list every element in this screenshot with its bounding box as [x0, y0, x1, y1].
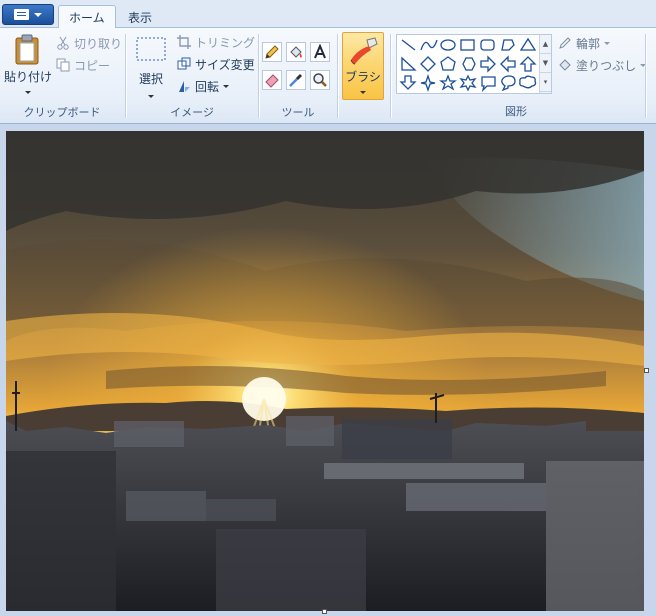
outline-label: 輪郭 — [576, 36, 601, 51]
resize-icon — [177, 57, 191, 70]
rounded-callout-shape-icon — [481, 76, 496, 93]
triangle-shape-icon — [519, 37, 537, 51]
curve-shape-icon — [420, 39, 438, 51]
document-icon — [14, 9, 29, 20]
magnifier-button[interactable] — [310, 70, 330, 90]
chevron-down-icon — [34, 12, 42, 17]
magnifier-icon — [313, 73, 327, 87]
scroll-up-icon[interactable]: ▲ — [540, 35, 551, 54]
group-divider — [390, 34, 391, 118]
rotate-icon — [179, 81, 190, 92]
arrow-down-shape-icon — [399, 75, 417, 90]
brushes-label: ブラシ — [345, 70, 381, 84]
fill-shape-label: 塗りつぶし — [576, 58, 637, 73]
cut-label: 切り取り — [74, 36, 123, 51]
six-point-star-shape-icon — [459, 74, 477, 92]
ribbon: 貼り付け 切り取り コピー クリップボード 選択 トリミング サイズ変更 回転 … — [0, 28, 656, 124]
chevron-down-icon — [604, 41, 611, 45]
eraser-button[interactable] — [262, 70, 282, 90]
oval-shape-icon — [440, 39, 456, 51]
resize-button[interactable]: サイズ変更 — [177, 55, 255, 73]
diamond-shape-icon — [420, 56, 436, 72]
tools-group: ツール — [259, 28, 337, 124]
shapes-gallery: ▲ ▼ ▾ — [396, 34, 552, 94]
pencil-icon — [265, 45, 279, 59]
paste-label: 貼り付け — [4, 70, 53, 84]
shapes-gallery-icons — [399, 37, 537, 93]
oval-callout-shape-icon — [501, 75, 516, 92]
app-menu-button[interactable] — [2, 4, 54, 25]
clipboard-group: 貼り付け 切り取り コピー クリップボード — [0, 28, 124, 124]
copy-icon — [56, 58, 70, 72]
crop-icon — [177, 35, 191, 49]
chevron-down-icon — [25, 91, 31, 94]
image-group-label: イメージ — [170, 106, 214, 119]
polygon-shape-icon — [501, 39, 515, 51]
chevron-down-icon — [360, 91, 366, 94]
rectangle-shape-icon — [460, 39, 475, 51]
group-divider — [125, 34, 126, 118]
four-point-star-shape-icon — [420, 73, 436, 93]
cut-button[interactable]: 切り取り — [56, 34, 122, 52]
select-label: 選択 — [138, 72, 163, 86]
text-button[interactable] — [310, 42, 330, 62]
hexagon-shape-icon — [462, 57, 476, 71]
resize-handle-bottom[interactable] — [322, 609, 327, 614]
scissors-icon — [57, 36, 69, 50]
color-picker-button[interactable] — [286, 70, 306, 90]
eraser-icon — [265, 74, 279, 88]
drawing-canvas[interactable] — [6, 131, 644, 611]
clipboard-icon — [15, 34, 39, 65]
shapes-gallery-scrollbar[interactable]: ▲ ▼ ▾ — [539, 35, 551, 93]
rotate-label: 回転 — [195, 79, 220, 94]
outline-pen-icon — [559, 37, 571, 49]
group-divider — [645, 34, 646, 118]
line-shape-icon — [401, 39, 416, 51]
select-button[interactable]: 選択 — [131, 36, 171, 98]
tab-home[interactable]: ホーム — [58, 5, 116, 29]
color-picker-icon — [289, 73, 303, 87]
scroll-down-icon[interactable]: ▼ — [540, 54, 551, 73]
brush-icon — [350, 37, 378, 65]
arrow-left-shape-icon — [500, 55, 516, 73]
tab-view[interactable]: 表示 — [118, 5, 162, 29]
text-icon — [314, 44, 326, 59]
five-point-star-shape-icon — [439, 74, 457, 91]
image-group: 選択 トリミング サイズ変更 回転 イメージ — [127, 28, 257, 124]
resize-handle-right[interactable] — [644, 368, 649, 373]
group-divider — [337, 34, 338, 118]
tools-group-label: ツール — [281, 106, 315, 119]
pencil-button[interactable] — [262, 42, 282, 62]
sunset-photo — [6, 131, 644, 611]
fill-button[interactable] — [286, 42, 306, 62]
right-triangle-shape-icon — [401, 56, 417, 71]
shapes-group-label: 図形 — [505, 105, 527, 118]
copy-button[interactable]: コピー — [56, 56, 110, 74]
canvas-workspace[interactable] — [0, 125, 656, 616]
chevron-down-icon — [148, 95, 154, 98]
crop-button[interactable]: トリミング — [177, 33, 255, 51]
outline-button[interactable]: 輪郭 — [558, 34, 611, 52]
chevron-down-icon — [223, 84, 230, 88]
fill-shape-button[interactable]: 塗りつぶし — [558, 56, 647, 74]
pentagon-shape-icon — [440, 56, 456, 71]
copy-label: コピー — [74, 58, 111, 73]
rounded-rectangle-shape-icon — [480, 39, 495, 51]
clipboard-group-label: クリップボード — [23, 106, 101, 119]
arrow-up-shape-icon — [519, 56, 537, 72]
fill-bucket-icon — [559, 59, 571, 71]
gallery-expand-icon[interactable]: ▾ — [540, 73, 551, 92]
fill-bucket-icon — [290, 46, 302, 58]
arrow-right-shape-icon — [480, 55, 496, 73]
resize-label: サイズ変更 — [195, 57, 255, 72]
cloud-callout-shape-icon — [519, 75, 537, 89]
select-rectangle-icon — [136, 37, 166, 61]
rotate-button[interactable]: 回転 — [177, 77, 230, 95]
crop-label: トリミング — [195, 35, 256, 50]
brushes-button[interactable]: ブラシ — [342, 32, 384, 100]
ribbon-tab-bar: ホーム 表示 — [0, 0, 656, 29]
paste-button[interactable]: 貼り付け — [4, 34, 52, 94]
